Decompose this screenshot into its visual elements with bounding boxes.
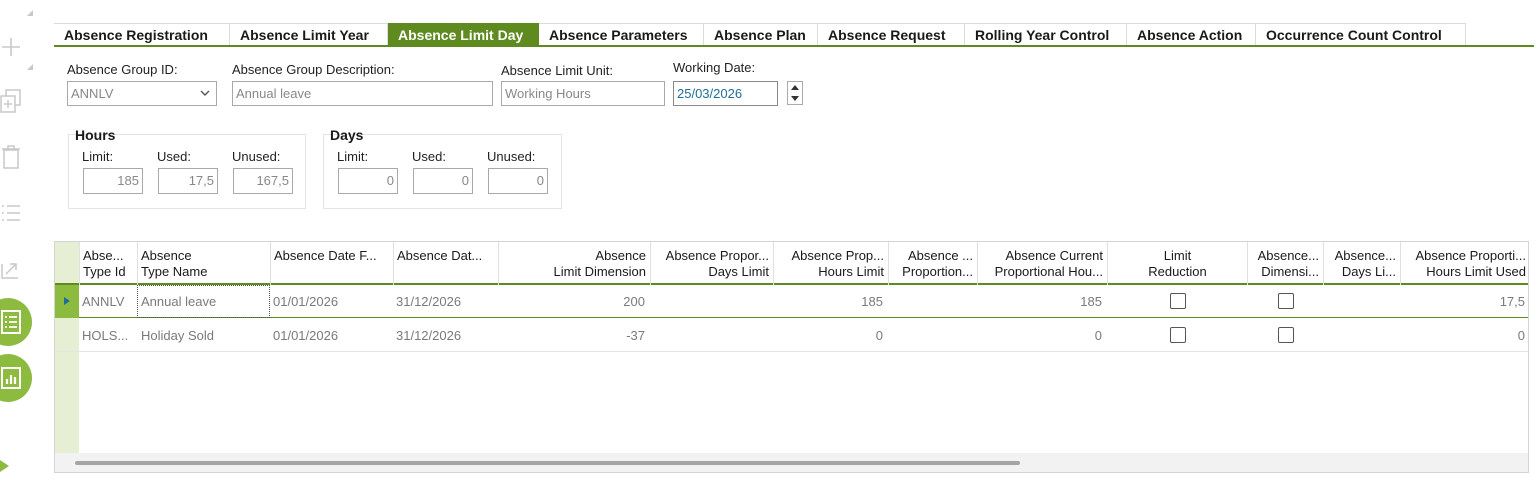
tab-absence-action[interactable]: Absence Action bbox=[1127, 23, 1256, 45]
group-description-field[interactable]: Annual leave bbox=[232, 81, 493, 106]
cell-days-limit[interactable] bbox=[650, 319, 773, 352]
col-header-hours-limit-used[interactable]: Absence Proporti... Hours Limit Used bbox=[1400, 242, 1528, 285]
hours-limit-label: Limit: bbox=[82, 149, 114, 164]
cell-hours-limit[interactable]: 0 bbox=[773, 319, 888, 352]
delete-icon[interactable] bbox=[0, 144, 22, 170]
hours-title: Hours bbox=[75, 127, 116, 143]
col-header-hours-limit[interactable]: Absence Prop... Hours Limit bbox=[773, 242, 888, 285]
tab-absence-parameters[interactable]: Absence Parameters bbox=[539, 23, 704, 45]
cell-date-to[interactable]: 31/12/2026 bbox=[393, 319, 498, 352]
cell-limit-dimension[interactable]: -37 bbox=[498, 319, 650, 352]
days-used-field[interactable]: 0 bbox=[413, 168, 473, 194]
tab-absence-registration[interactable]: Absence Registration bbox=[54, 23, 230, 45]
cell-current-prop-hours[interactable]: 185 bbox=[977, 285, 1107, 318]
analytics-button[interactable] bbox=[0, 354, 32, 402]
cell-proportion[interactable] bbox=[888, 285, 977, 318]
cell-days-limit-used[interactable] bbox=[1323, 285, 1400, 318]
cell-date-from[interactable]: 01/01/2026 bbox=[270, 285, 393, 318]
col-header-dimension[interactable]: Absence... Dimensi... bbox=[1247, 242, 1323, 285]
cell-current-prop-hours[interactable]: 0 bbox=[977, 319, 1107, 352]
col-header-proportion[interactable]: Absence ... Proportion... bbox=[888, 242, 977, 285]
table-row[interactable]: ANNLV Annual leave 01/01/2026 31/12/2026… bbox=[55, 285, 1528, 318]
table-row[interactable]: HOLS... Holiday Sold 01/01/2026 31/12/20… bbox=[55, 319, 1528, 352]
export-icon[interactable] bbox=[0, 256, 22, 280]
col-header-days-limit[interactable]: Absence Propor... Days Limit bbox=[650, 242, 773, 285]
col-header-days-limit-used[interactable]: Absence... Days Li... bbox=[1323, 242, 1400, 285]
tab-absence-limit-year[interactable]: Absence Limit Year bbox=[230, 23, 388, 45]
chart-icon bbox=[1, 367, 21, 389]
limit-unit-label: Absence Limit Unit: bbox=[501, 63, 613, 78]
cell-type-name[interactable]: Holiday Sold bbox=[137, 319, 270, 352]
col-header-date-from[interactable]: Absence Date F... bbox=[270, 242, 393, 285]
play-icon[interactable] bbox=[0, 460, 9, 472]
add-icon[interactable] bbox=[0, 36, 22, 58]
cell-days-limit-used[interactable] bbox=[1323, 319, 1400, 352]
limit-reduction-checkbox[interactable] bbox=[1170, 327, 1186, 343]
tab-bar: Absence Registration Absence Limit Year … bbox=[54, 23, 1534, 47]
date-spinner[interactable] bbox=[787, 81, 803, 105]
cell-limit-dimension[interactable]: 200 bbox=[498, 285, 650, 318]
days-unused-field[interactable]: 0 bbox=[488, 168, 548, 194]
tab-absence-request[interactable]: Absence Request bbox=[818, 23, 965, 45]
col-header-limit-reduction[interactable]: Limit Reduction bbox=[1107, 242, 1247, 285]
days-used-label: Used: bbox=[412, 149, 446, 164]
col-header-limit-dimension[interactable]: Absence Limit Dimension bbox=[498, 242, 650, 285]
group-id-value: ANNLV bbox=[71, 86, 114, 101]
cell-hours-limit-used[interactable]: 17,5 bbox=[1400, 285, 1528, 318]
list-icon[interactable] bbox=[0, 202, 22, 224]
days-limit-field[interactable]: 0 bbox=[338, 168, 398, 194]
limit-unit-field[interactable]: Working Hours bbox=[501, 81, 665, 106]
col-header-date-to[interactable]: Absence Dat... bbox=[393, 242, 498, 285]
col-header-current-prop-hours[interactable]: Absence Current Proportional Hou... bbox=[977, 242, 1107, 285]
dimension-checkbox[interactable] bbox=[1278, 327, 1294, 343]
group-id-label: Absence Group ID: bbox=[67, 62, 178, 77]
duplicate-icon[interactable] bbox=[0, 88, 24, 114]
col-header-type-id[interactable]: Abse... Type Id bbox=[79, 242, 137, 285]
cell-type-id[interactable]: ANNLV bbox=[79, 285, 137, 318]
hours-limit-field[interactable]: 185 bbox=[83, 168, 143, 194]
grid-header: Abse... Type Id Absence Type Name Absence … bbox=[55, 242, 1528, 285]
chevron-down-icon bbox=[200, 90, 210, 96]
row-selector[interactable] bbox=[55, 285, 79, 318]
group-id-select[interactable]: ANNLV bbox=[67, 81, 217, 106]
working-date-label: Working Date: bbox=[673, 60, 756, 75]
tab-absence-limit-day[interactable]: Absence Limit Day bbox=[388, 23, 539, 45]
spin-up-icon[interactable] bbox=[791, 85, 799, 90]
days-unused-label: Unused: bbox=[487, 149, 536, 164]
cell-hours-limit[interactable]: 185 bbox=[773, 285, 888, 318]
cell-type-name[interactable]: Annual leave bbox=[137, 285, 270, 318]
cell-date-from[interactable]: 01/01/2026 bbox=[270, 319, 393, 352]
cell-days-limit[interactable] bbox=[650, 285, 773, 318]
hours-used-field[interactable]: 17,5 bbox=[158, 168, 218, 194]
horizontal-scrollbar[interactable] bbox=[55, 453, 1528, 472]
tab-occurrence-count-control[interactable]: Occurrence Count Control bbox=[1256, 23, 1466, 45]
cell-type-id[interactable]: HOLS... bbox=[79, 319, 137, 352]
days-limit-label: Limit: bbox=[337, 149, 369, 164]
limit-reduction-checkbox[interactable] bbox=[1170, 293, 1186, 309]
form-icon bbox=[1, 310, 21, 334]
tab-absence-plan[interactable]: Absence Plan bbox=[704, 23, 818, 45]
cell-date-to[interactable]: 31/12/2026 bbox=[393, 285, 498, 318]
cell-hours-limit-used[interactable]: 0 bbox=[1400, 319, 1528, 352]
col-header-type-name[interactable]: Absence Type Name bbox=[137, 242, 270, 285]
hours-unused-field[interactable]: 167,5 bbox=[233, 168, 293, 194]
hours-unused-label: Unused: bbox=[232, 149, 281, 164]
cell-proportion[interactable] bbox=[888, 319, 977, 352]
current-row-icon bbox=[64, 297, 70, 305]
expand-corner-icon[interactable] bbox=[27, 10, 33, 16]
left-toolbar bbox=[0, 0, 48, 482]
spin-down-icon[interactable] bbox=[791, 96, 799, 101]
form-view-button[interactable] bbox=[0, 298, 32, 346]
group-description-label: Absence Group Description: bbox=[232, 62, 395, 77]
expand-corner-icon[interactable] bbox=[27, 64, 33, 70]
scrollbar-thumb[interactable] bbox=[75, 461, 1020, 465]
dimension-checkbox[interactable] bbox=[1278, 293, 1294, 309]
tab-rolling-year-control[interactable]: Rolling Year Control bbox=[965, 23, 1127, 45]
days-title: Days bbox=[330, 127, 364, 143]
working-date-field[interactable]: 25/03/2026 bbox=[673, 81, 778, 106]
hours-used-label: Used: bbox=[157, 149, 191, 164]
absence-limit-grid: Abse... Type Id Absence Type Name Absence … bbox=[54, 241, 1529, 473]
